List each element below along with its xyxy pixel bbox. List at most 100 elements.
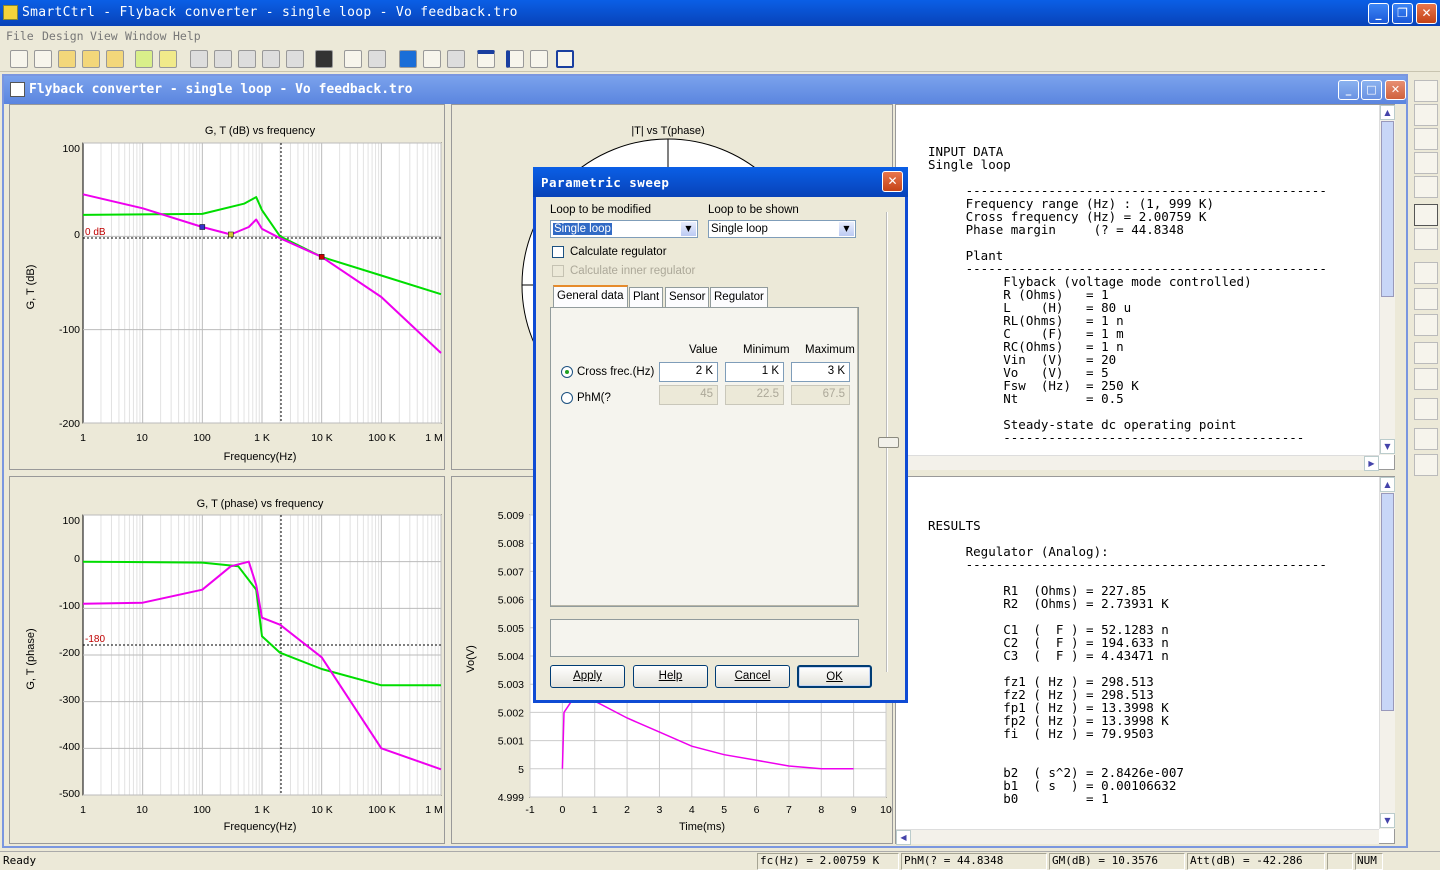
calculate-regulator-checkbox[interactable] <box>552 246 564 258</box>
tool-10-icon[interactable] <box>1414 428 1438 450</box>
dialog-close-button[interactable]: ✕ <box>882 171 903 192</box>
ytick: 5.007 <box>498 566 524 578</box>
scroll-thumb[interactable] <box>1381 493 1394 711</box>
calculate-regulator-label[interactable]: Calculate regulator <box>570 246 667 258</box>
phase-margin-label[interactable]: PhM(? <box>577 392 611 404</box>
scroll-down-icon[interactable]: ▼ <box>1380 439 1395 454</box>
phase-chart-pane[interactable]: G, T (phase) vs frequency G, T (phase) F… <box>9 476 445 844</box>
cross-frequency-label[interactable]: Cross frec.(Hz) <box>577 366 654 378</box>
input-data-pane[interactable]: INPUT DATA Single loop -----------------… <box>895 104 1395 471</box>
xtick: -1 <box>525 804 534 816</box>
tool-8-icon[interactable] <box>1414 342 1438 364</box>
apply-button[interactable]: Apply <box>550 665 625 688</box>
tile-vertical-icon[interactable] <box>506 50 524 68</box>
menu-file[interactable]: File <box>6 29 34 43</box>
cross-frequency-min-field[interactable]: 1 K <box>725 362 784 382</box>
results-pane[interactable]: RESULTS Regulator (Analog): ------------… <box>895 476 1395 845</box>
sweep-slider-thumb[interactable] <box>878 437 899 448</box>
fit-icon[interactable] <box>423 50 441 68</box>
cross-frequency-radio[interactable] <box>561 366 573 378</box>
cross-frequency-value-field[interactable]: 2 K <box>659 362 718 382</box>
status-phm: PhM(? = 44.8348 <box>904 854 1004 867</box>
import-icon[interactable] <box>135 50 153 68</box>
open-icon[interactable] <box>58 50 76 68</box>
xtick: 10 K <box>311 432 333 444</box>
new-file-icon[interactable] <box>10 50 28 68</box>
input-hscrollbar[interactable]: ▶ <box>896 455 1379 471</box>
window-icon[interactable] <box>477 50 495 68</box>
scroll-up-icon[interactable]: ▲ <box>1380 477 1395 492</box>
menu-view[interactable]: View <box>90 29 118 43</box>
loop-tool-1-icon[interactable] <box>1414 80 1438 102</box>
ok-button[interactable]: OK <box>797 665 872 688</box>
help-button[interactable]: Help <box>633 665 708 688</box>
open-plant-icon[interactable] <box>82 50 100 68</box>
tile-all-icon[interactable] <box>556 50 574 68</box>
xtick: 1 K <box>254 804 270 816</box>
loop-tool-2-icon[interactable] <box>1414 104 1438 126</box>
toolbar <box>0 46 1440 72</box>
loop-tool-6-icon[interactable] <box>1414 204 1438 226</box>
tile-grid-icon[interactable] <box>530 50 548 68</box>
rs-tool-icon[interactable] <box>1414 262 1438 284</box>
menu-help[interactable]: Help <box>173 29 201 43</box>
marker-point-1[interactable] <box>228 231 234 238</box>
scroll-down-icon[interactable]: ▼ <box>1380 813 1395 828</box>
tab-regulator[interactable]: Regulator <box>710 287 768 307</box>
tool-b-icon[interactable] <box>214 50 232 68</box>
cancel-button[interactable]: Cancel <box>715 665 790 688</box>
wrench-icon[interactable] <box>1414 398 1438 420</box>
scroll-thumb[interactable] <box>1381 121 1394 297</box>
loop-tool-4-icon[interactable] <box>1414 152 1438 174</box>
tool-11-icon[interactable] <box>1414 454 1438 476</box>
marker-point-2[interactable] <box>318 254 325 260</box>
chevron-down-icon[interactable]: ▼ <box>681 222 696 236</box>
marker-point-0[interactable] <box>199 224 206 230</box>
undo-icon[interactable] <box>447 50 465 68</box>
input-vscrollbar[interactable]: ▲ ▼ <box>1379 105 1395 455</box>
loop-tool-3-icon[interactable] <box>1414 128 1438 150</box>
print-preview-icon[interactable] <box>368 50 386 68</box>
tool-a-icon[interactable] <box>190 50 208 68</box>
restore-button[interactable]: ❐ <box>1392 3 1413 24</box>
sweep-icon[interactable] <box>399 50 417 68</box>
calculate-inner-regulator-checkbox <box>552 265 564 277</box>
tool-e-icon[interactable] <box>286 50 304 68</box>
loop-tool-5-icon[interactable] <box>1414 176 1438 198</box>
tool-9-icon[interactable] <box>1414 368 1438 390</box>
dc-tool-icon[interactable] <box>1414 288 1438 310</box>
tab-sensor[interactable]: Sensor <box>665 287 710 307</box>
tab-general-data[interactable]: General data <box>553 285 628 308</box>
tool-d-icon[interactable] <box>262 50 280 68</box>
loop-modified-select[interactable]: Single loop ▼ <box>550 220 698 238</box>
results-vscrollbar[interactable]: ▲ ▼ <box>1379 477 1395 829</box>
print-icon[interactable] <box>344 50 362 68</box>
chevron-down-icon[interactable]: ▼ <box>839 222 854 236</box>
minimize-button[interactable]: _ <box>1368 3 1389 24</box>
status-gm: GM(dB) = 10.3576 <box>1052 854 1158 867</box>
cross-frequency-max-field[interactable]: 3 K <box>791 362 850 382</box>
menu-window[interactable]: Window <box>125 29 167 43</box>
scroll-right-icon[interactable]: ▶ <box>1364 456 1379 471</box>
save-icon[interactable] <box>315 50 333 68</box>
doc-minimize-button[interactable]: _ <box>1338 80 1359 100</box>
close-button[interactable]: ✕ <box>1416 3 1437 24</box>
phase-margin-radio[interactable] <box>561 392 573 404</box>
ytick: 5.002 <box>498 707 524 719</box>
doc-close-button[interactable]: ✕ <box>1385 80 1406 100</box>
tool-c-icon[interactable] <box>238 50 256 68</box>
gain-chart-pane[interactable]: G, T (dB) vs frequency G, T (dB) Frequen… <box>9 104 445 470</box>
tab-plant[interactable]: Plant <box>629 287 664 307</box>
new-design-icon[interactable] <box>34 50 52 68</box>
results-hscrollbar[interactable]: ◀ <box>896 829 1379 845</box>
menu-design[interactable]: Design <box>42 29 84 43</box>
export-icon[interactable] <box>159 50 177 68</box>
loop-shown-select[interactable]: Single loop ▼ <box>708 220 856 238</box>
open-regulator-icon[interactable] <box>106 50 124 68</box>
tv-tool-icon[interactable] <box>1414 314 1438 336</box>
scroll-left-icon[interactable]: ◀ <box>896 830 911 845</box>
ytick: 100 <box>62 143 80 155</box>
loop-tool-7-icon[interactable] <box>1414 228 1438 250</box>
scroll-up-icon[interactable]: ▲ <box>1380 105 1395 120</box>
doc-maximize-button[interactable]: □ <box>1361 80 1382 100</box>
